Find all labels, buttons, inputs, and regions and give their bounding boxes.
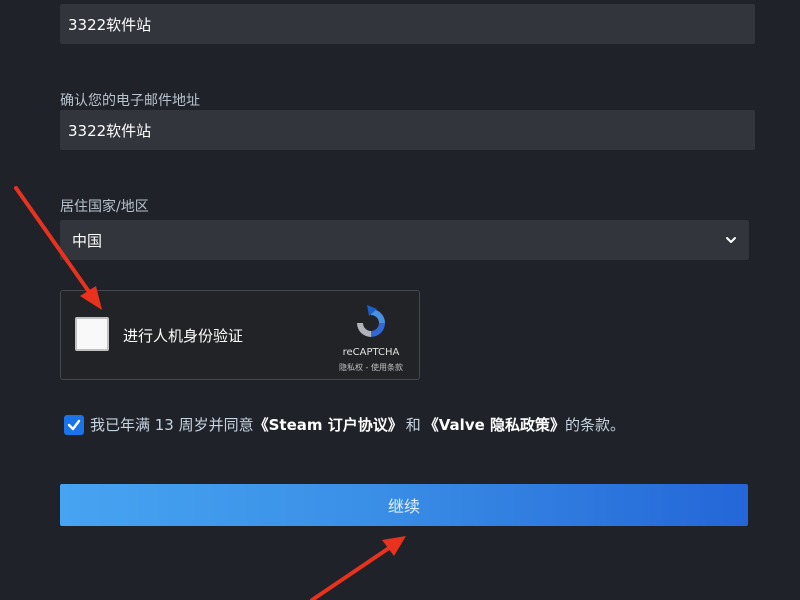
continue-button[interactable]: 继续	[60, 484, 748, 526]
recaptcha-widget: 进行人机身份验证 reCAPTCHA 隐私权 - 使用条款	[60, 290, 420, 380]
agreement-row: 我已年满 13 周岁并同意 《Steam 订户协议》 和 《Valve 隐私政策…	[64, 414, 625, 435]
recaptcha-checkbox[interactable]	[75, 317, 109, 351]
email-field[interactable]: 3322软件站	[60, 4, 755, 44]
agreement-prefix: 我已年满 13 周岁并同意	[90, 416, 254, 434]
agreement-checkbox[interactable]	[64, 414, 84, 435]
chevron-down-icon	[726, 237, 736, 243]
agreement-middle: 和	[405, 416, 421, 434]
agreement-suffix: 的条款。	[565, 416, 626, 434]
email-field-value: 3322软件站	[68, 15, 152, 34]
arrow-to-continue-icon	[310, 536, 406, 600]
recaptcha-logo-icon	[357, 305, 385, 337]
country-select-value: 中国	[72, 231, 103, 250]
steam-subscriber-agreement-link[interactable]: 《Steam 订户协议》	[254, 414, 403, 435]
recaptcha-brand: reCAPTCHA	[342, 347, 400, 358]
country-label: 居住国家/地区	[60, 199, 149, 215]
valve-privacy-policy-link[interactable]: 《Valve 隐私政策》	[424, 414, 565, 435]
recaptcha-links[interactable]: 隐私权 - 使用条款	[323, 362, 419, 373]
continue-button-label: 继续	[387, 497, 420, 516]
steam-account-form: 3322软件站 确认您的电子邮件地址 3322软件站 居住国家/地区 中国 进行…	[0, 0, 800, 600]
checkmark-icon	[67, 419, 81, 430]
confirm-email-label: 确认您的电子邮件地址	[60, 93, 200, 109]
country-select[interactable]: 中国	[60, 220, 749, 260]
confirm-email-field[interactable]: 3322软件站	[60, 110, 755, 150]
confirm-email-value: 3322软件站	[68, 121, 152, 140]
recaptcha-label: 进行人机身份验证	[123, 327, 244, 345]
